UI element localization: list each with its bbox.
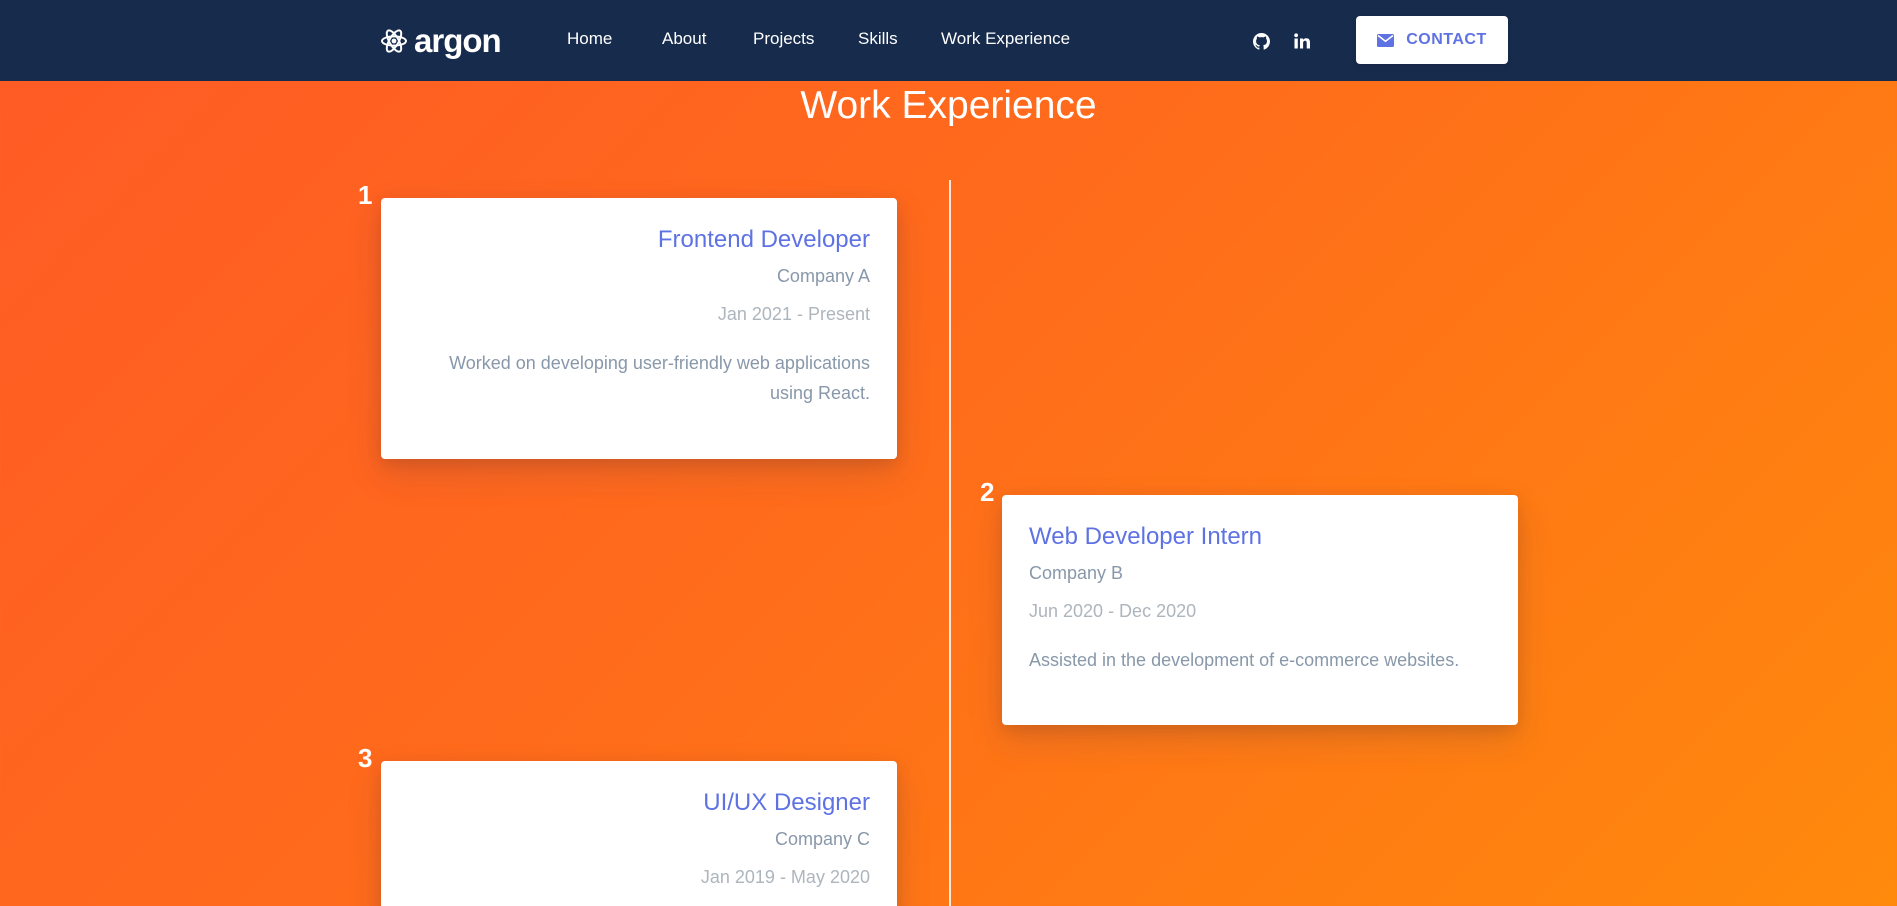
section-title: Work Experience	[800, 84, 1097, 127]
linkedin-glyph	[1294, 33, 1310, 49]
envelope-icon	[1377, 33, 1395, 47]
experience-number: 3	[358, 743, 373, 773]
company-name: Company C	[774, 829, 870, 849]
nav-link-about[interactable]: About	[662, 29, 706, 49]
nav-link-projects[interactable]: Projects	[753, 29, 814, 49]
brand-name: argon	[414, 22, 502, 59]
experience-number: 1	[358, 180, 373, 210]
experience-number: 2	[980, 477, 995, 507]
contact-button[interactable]: CONTACT	[1356, 16, 1508, 64]
github-glyph	[1252, 32, 1270, 50]
job-title: UI/UX Designer	[703, 789, 870, 816]
date-range: Jan 2021 - Present	[717, 304, 870, 324]
job-title: Web Developer Intern	[1029, 523, 1263, 550]
job-description: Worked on developing user-friendly web a…	[449, 353, 870, 403]
github-icon[interactable]	[1249, 29, 1273, 53]
linkedin-icon[interactable]	[1290, 29, 1314, 53]
nav-link-home[interactable]: Home	[567, 29, 612, 49]
job-title: Frontend Developer	[657, 226, 870, 253]
contact-label: CONTACT	[1406, 31, 1487, 48]
date-range: Jun 2020 - Dec 2020	[1029, 601, 1197, 621]
experience-card-web-developer-intern: Web Developer Intern Company B Jun 2020 …	[1002, 495, 1518, 725]
experience-card-frontend-developer: Frontend Developer Company A Jan 2021 - …	[381, 198, 897, 459]
company-name: Company B	[1029, 563, 1124, 583]
job-description: Assisted in the development of e-commerc…	[1029, 650, 1460, 670]
navbar: argon Home About Projects Skills Work Ex…	[0, 0, 1897, 81]
timeline-line	[949, 180, 951, 906]
nav-link-work-experience[interactable]: Work Experience	[941, 29, 1070, 49]
experience-card-ui-ux-designer: UI/UX Designer Company C Jan 2019 - May …	[381, 761, 897, 906]
company-name: Company A	[776, 266, 870, 286]
nav-link-skills[interactable]: Skills	[858, 29, 898, 49]
atom-icon	[381, 29, 407, 53]
brand-logo[interactable]: argon	[380, 22, 502, 60]
date-range: Jan 2019 - May 2020	[700, 867, 870, 887]
